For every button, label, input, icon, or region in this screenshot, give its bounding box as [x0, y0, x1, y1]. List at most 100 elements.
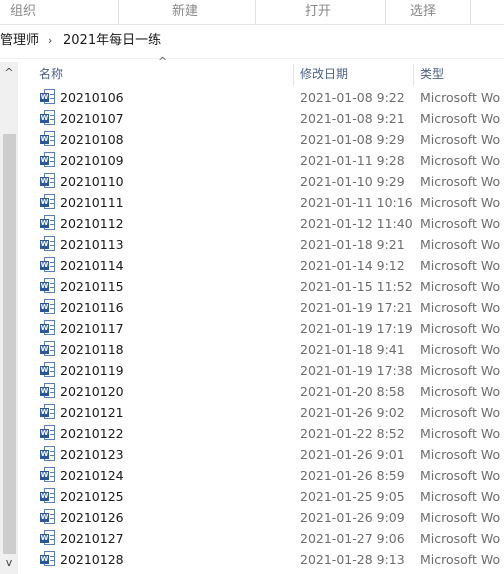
scroll-thumb[interactable]	[3, 134, 16, 554]
ribbon-group-select[interactable]: 选择	[410, 0, 436, 24]
file-modified-date: 2021-01-26 9:02	[300, 405, 405, 420]
file-name: 20210107	[60, 111, 124, 126]
file-row[interactable]: W 20210111 2021-01-11 10:16 Microsoft Wo	[30, 192, 504, 213]
column-header-type[interactable]: 类型	[420, 62, 444, 86]
scroll-up-button[interactable]: ^	[0, 64, 18, 82]
file-name: 20210128	[60, 552, 124, 567]
file-type: Microsoft Wo	[420, 132, 501, 147]
file-row[interactable]: W 20210107 2021-01-08 9:21 Microsoft Wo	[30, 108, 504, 129]
file-name: 20210106	[60, 90, 124, 105]
file-name: 20210108	[60, 132, 124, 147]
file-type: Microsoft Wo	[420, 279, 501, 294]
file-type: Microsoft Wo	[420, 174, 501, 189]
file-name: 20210126	[60, 510, 124, 525]
file-modified-date: 2021-01-11 9:28	[300, 153, 405, 168]
file-name: 20210119	[60, 363, 124, 378]
word-document-icon: W	[40, 215, 56, 231]
file-row[interactable]: W 20210114 2021-01-14 9:12 Microsoft Wo	[30, 255, 504, 276]
file-type: Microsoft Wo	[420, 447, 501, 462]
file-name: 20210125	[60, 489, 124, 504]
file-row[interactable]: W 20210124 2021-01-26 8:59 Microsoft Wo	[30, 465, 504, 486]
ribbon-separator	[470, 0, 471, 24]
file-row[interactable]: W 20210108 2021-01-08 9:29 Microsoft Wo	[30, 129, 504, 150]
word-document-icon: W	[40, 152, 56, 168]
ribbon-group-open[interactable]: 打开	[305, 0, 331, 24]
file-name: 20210123	[60, 447, 124, 462]
file-row[interactable]: W 20210115 2021-01-15 11:52 Microsoft Wo	[30, 276, 504, 297]
vertical-scrollbar[interactable]: ^ v	[0, 62, 18, 574]
ribbon-separator	[118, 0, 119, 24]
file-row[interactable]: W 20210113 2021-01-18 9:21 Microsoft Wo	[30, 234, 504, 255]
file-row[interactable]: W 20210106 2021-01-08 9:22 Microsoft Wo	[30, 87, 504, 108]
file-type: Microsoft Wo	[420, 216, 501, 231]
word-document-icon: W	[40, 320, 56, 336]
file-type: Microsoft Wo	[420, 510, 501, 525]
file-name: 20210112	[60, 216, 124, 231]
file-row[interactable]: W 20210127 2021-01-27 9:06 Microsoft Wo	[30, 528, 504, 549]
file-type: Microsoft Wo	[420, 111, 501, 126]
word-document-icon: W	[40, 89, 56, 105]
file-type: Microsoft Wo	[420, 363, 501, 378]
file-row[interactable]: W 20210109 2021-01-11 9:28 Microsoft Wo	[30, 150, 504, 171]
file-row[interactable]: W 20210121 2021-01-26 9:02 Microsoft Wo	[30, 402, 504, 423]
file-modified-date: 2021-01-08 9:22	[300, 90, 405, 105]
word-document-icon: W	[40, 236, 56, 252]
file-type: Microsoft Wo	[420, 489, 501, 504]
word-document-icon: W	[40, 131, 56, 147]
file-row[interactable]: W 20210112 2021-01-12 11:40 Microsoft Wo	[30, 213, 504, 234]
word-document-icon: W	[40, 446, 56, 462]
file-type: Microsoft Wo	[420, 552, 501, 567]
file-row[interactable]: W 20210125 2021-01-25 9:05 Microsoft Wo	[30, 486, 504, 507]
file-row[interactable]: W 20210122 2021-01-22 8:52 Microsoft Wo	[30, 423, 504, 444]
file-row[interactable]: W 20210117 2021-01-19 17:19 Microsoft Wo	[30, 318, 504, 339]
file-row[interactable]: W 20210119 2021-01-19 17:38 Microsoft Wo	[30, 360, 504, 381]
file-type: Microsoft Wo	[420, 531, 501, 546]
file-modified-date: 2021-01-26 9:01	[300, 447, 405, 462]
file-name: 20210114	[60, 258, 124, 273]
file-modified-date: 2021-01-08 9:29	[300, 132, 405, 147]
file-modified-date: 2021-01-18 9:41	[300, 342, 405, 357]
word-document-icon: W	[40, 173, 56, 189]
file-name: 20210115	[60, 279, 124, 294]
file-modified-date: 2021-01-08 9:21	[300, 111, 405, 126]
file-row[interactable]: W 20210118 2021-01-18 9:41 Microsoft Wo	[30, 339, 504, 360]
file-list: W 20210106 2021-01-08 9:22 Microsoft Wo W 202…	[30, 87, 504, 570]
file-name: 20210118	[60, 342, 124, 357]
word-document-icon: W	[40, 425, 56, 441]
file-name: 20210120	[60, 384, 124, 399]
word-document-icon: W	[40, 530, 56, 546]
file-row[interactable]: W 20210120 2021-01-20 8:58 Microsoft Wo	[30, 381, 504, 402]
word-document-icon: W	[40, 404, 56, 420]
divider	[0, 58, 504, 59]
word-document-icon: W	[40, 467, 56, 483]
file-modified-date: 2021-01-19 17:38	[300, 363, 413, 378]
file-row[interactable]: W 20210116 2021-01-19 17:21 Microsoft Wo	[30, 297, 504, 318]
chevron-right-icon[interactable]: ›	[48, 29, 52, 53]
scroll-down-button[interactable]: v	[0, 554, 18, 572]
file-row[interactable]: W 20210123 2021-01-26 9:01 Microsoft Wo	[30, 444, 504, 465]
file-type: Microsoft Wo	[420, 258, 501, 273]
word-document-icon: W	[40, 299, 56, 315]
ribbon-separator	[385, 0, 386, 24]
breadcrumb-item-current[interactable]: 2021年每日一练	[63, 29, 161, 53]
file-row[interactable]: W 20210126 2021-01-26 9:09 Microsoft Wo	[30, 507, 504, 528]
ribbon-group-organize[interactable]: 组织	[10, 0, 36, 24]
file-row[interactable]: W 20210128 2021-01-28 9:13 Microsoft Wo	[30, 549, 504, 570]
breadcrumb[interactable]: 管理师 › 2021年每日一练	[0, 29, 504, 53]
file-type: Microsoft Wo	[420, 321, 501, 336]
word-document-icon: W	[40, 509, 56, 525]
column-divider[interactable]	[413, 64, 414, 86]
column-divider[interactable]	[293, 64, 294, 86]
file-name: 20210124	[60, 468, 124, 483]
file-type: Microsoft Wo	[420, 300, 501, 315]
file-modified-date: 2021-01-22 8:52	[300, 426, 405, 441]
ribbon-group-new[interactable]: 新建	[172, 0, 198, 24]
column-header-date[interactable]: 修改日期	[300, 62, 348, 86]
column-header-row: ^ 名称 修改日期 类型	[30, 55, 504, 86]
file-row[interactable]: W 20210110 2021-01-10 9:29 Microsoft Wo	[30, 171, 504, 192]
file-modified-date: 2021-01-19 17:21	[300, 300, 413, 315]
file-name: 20210121	[60, 405, 124, 420]
breadcrumb-item-parent[interactable]: 管理师	[0, 29, 39, 53]
column-header-name[interactable]: 名称	[39, 62, 63, 86]
file-name: 20210117	[60, 321, 124, 336]
